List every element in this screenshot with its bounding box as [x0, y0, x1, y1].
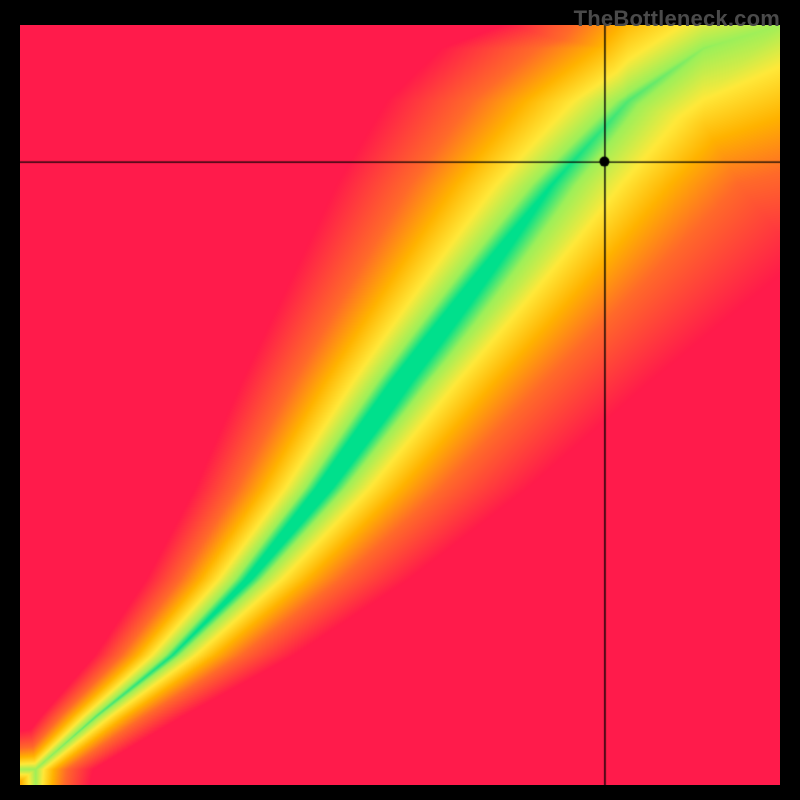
crosshair-overlay: [20, 25, 780, 785]
watermark-text: TheBottleneck.com: [574, 6, 780, 32]
chart-container: TheBottleneck.com: [0, 0, 800, 800]
